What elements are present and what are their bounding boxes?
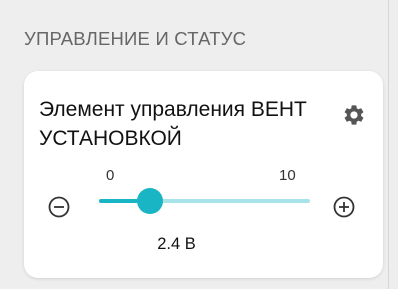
- section-header: УПРАВЛЕНИЕ И СТАТУС: [24, 28, 247, 49]
- control-card: Элемент управления ВЕНТ УСТАНОВКОЙ 0 10: [24, 71, 383, 278]
- slider-max-label: 10: [279, 167, 296, 184]
- slider-track[interactable]: [99, 188, 310, 214]
- slider-thumb[interactable]: [136, 188, 163, 214]
- minus-circle-icon: [47, 196, 71, 223]
- slider-min-label: 0: [106, 167, 115, 184]
- panel-divider: [388, 0, 389, 289]
- increase-button[interactable]: [332, 195, 356, 219]
- slider-value-label: 2.4 В: [157, 235, 196, 253]
- decrease-button[interactable]: [47, 195, 71, 219]
- plus-circle-icon: [332, 196, 356, 223]
- slider-control: 0 10 2.4 В: [24, 71, 383, 278]
